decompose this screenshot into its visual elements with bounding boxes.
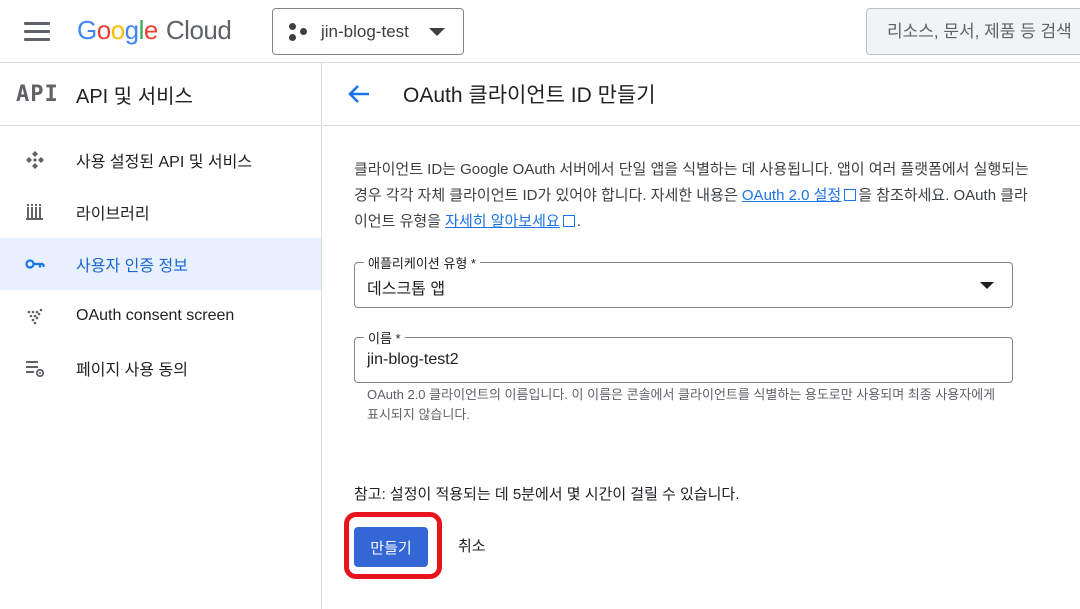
- application-type-select[interactable]: 애플리케이션 유형 * 데스크톱 앱: [354, 253, 1013, 308]
- sidebar-item-oauth-consent[interactable]: OAuth consent screen: [0, 290, 321, 342]
- back-arrow-icon[interactable]: [345, 80, 373, 108]
- api-icon: API: [16, 81, 59, 107]
- name-hint: OAuth 2.0 클라이언트의 이름입니다. 이 이름은 콘솔에서 클라이언트…: [367, 387, 996, 422]
- external-link-icon: [562, 215, 575, 227]
- key-icon: [24, 253, 46, 275]
- main-content: OAuth 클라이언트 ID 만들기 클라이언트 ID는 Google OAut…: [323, 63, 1080, 609]
- project-name: jin-blog-test: [321, 21, 409, 41]
- chevron-down-icon: [429, 28, 445, 36]
- page-title: OAuth 클라이언트 ID 만들기: [403, 84, 656, 107]
- sidebar-item-label: OAuth consent screen: [76, 307, 235, 324]
- note-text: 참고: 설정이 적용되는 데 5분에서 몇 시간이 걸릴 수 있습니다.: [354, 486, 740, 503]
- name-field[interactable]: 이름 *: [354, 328, 1013, 383]
- sidebar-title: API 및 서비스: [76, 85, 193, 108]
- google-cloud-logo[interactable]: Google Cloud: [77, 15, 232, 46]
- oauth-settings-link[interactable]: OAuth 2.0 설정: [742, 187, 841, 204]
- page-usage-settings-icon: [24, 357, 46, 379]
- name-input[interactable]: [367, 348, 987, 372]
- consent-screen-icon: [24, 305, 46, 327]
- sidebar-header: API API 및 서비스: [0, 63, 321, 126]
- sidebar-item-label: 사용 설정된 API 및 서비스: [76, 154, 253, 171]
- menu-icon[interactable]: [24, 22, 50, 42]
- name-label: 이름 *: [364, 328, 405, 347]
- logo-cloud: Cloud: [165, 15, 232, 45]
- cancel-button[interactable]: 취소: [448, 527, 496, 567]
- sidebar-item-label: 사용자 인증 정보: [76, 258, 188, 275]
- sidebar-item-credentials[interactable]: 사용자 인증 정보: [0, 238, 321, 290]
- description: 클라이언트 ID는 Google OAuth 서버에서 단일 앱을 식별하는 데…: [354, 161, 1029, 230]
- sidebar-item-page-usage[interactable]: 페이지 사용 동의: [0, 342, 321, 394]
- sidebar-item-label: 라이브러리: [76, 206, 150, 223]
- learn-more-link[interactable]: 자세히 알아보세요: [445, 213, 560, 230]
- sidebar-item-label: 페이지 사용 동의: [76, 362, 188, 379]
- top-bar: Google Cloud jin-blog-test 리소스, 문서, 제품 등 …: [0, 0, 1080, 63]
- sidebar-item-enabled-apis[interactable]: 사용 설정된 API 및 서비스: [0, 134, 321, 186]
- application-type-label: 애플리케이션 유형 *: [364, 253, 480, 272]
- project-picker[interactable]: jin-blog-test: [272, 8, 464, 55]
- dropdown-arrow-icon: [980, 282, 994, 289]
- sidebar-item-library[interactable]: 라이브러리: [0, 186, 321, 238]
- application-type-value: 데스크톱 앱: [367, 281, 446, 298]
- enabled-apis-icon: [24, 149, 46, 171]
- page-header: OAuth 클라이언트 ID 만들기: [323, 63, 1080, 126]
- library-icon: [24, 201, 46, 223]
- sidebar: API API 및 서비스 사용 설정된 API 및 서비스 라이브러리 사용자…: [0, 63, 322, 609]
- create-button[interactable]: 만들기: [354, 527, 428, 567]
- project-icon: [289, 22, 309, 42]
- logo-google: Google: [77, 15, 158, 45]
- search-input[interactable]: 리소스, 문서, 제품 등 검색: [866, 8, 1080, 55]
- external-link-icon: [844, 189, 857, 201]
